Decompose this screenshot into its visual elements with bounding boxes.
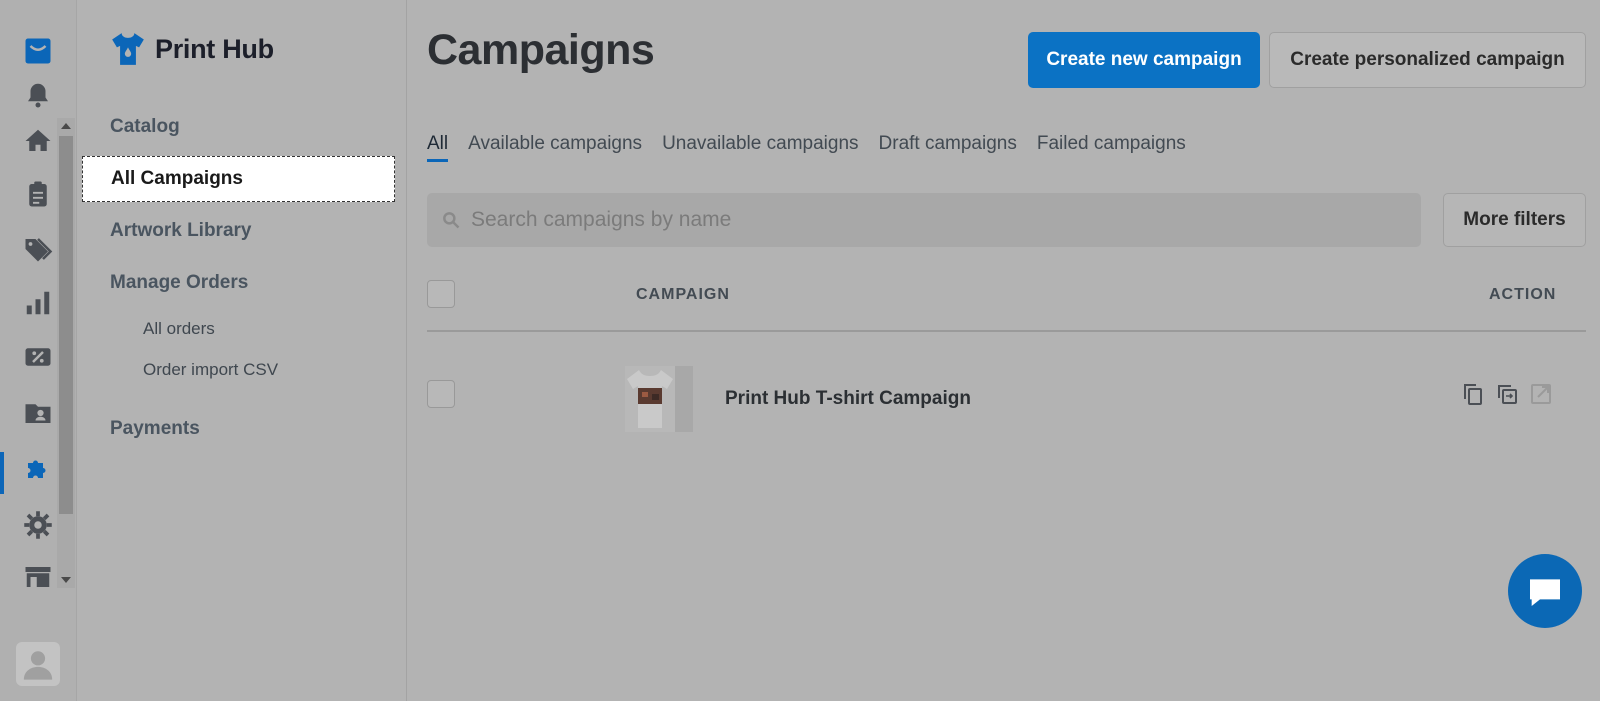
duplicate-icon[interactable] bbox=[1495, 382, 1519, 406]
sidebar-subitem-order-import-csv[interactable]: Order import CSV bbox=[143, 360, 278, 380]
puzzle-icon[interactable] bbox=[21, 451, 55, 485]
store-icon[interactable] bbox=[21, 560, 55, 594]
campaign-thumbnail[interactable] bbox=[625, 366, 693, 432]
rail-active-indicator bbox=[0, 452, 4, 494]
row-actions bbox=[1461, 382, 1553, 406]
rail-scrollbar[interactable] bbox=[57, 118, 75, 588]
tag-icon[interactable] bbox=[21, 232, 55, 266]
column-header-action: ACTION bbox=[1489, 286, 1557, 303]
search-icon bbox=[443, 212, 460, 229]
search-bar bbox=[427, 193, 1421, 247]
sidebar-item-artwork-library[interactable]: Artwork Library bbox=[110, 220, 251, 242]
sidebar-item-label: All Campaigns bbox=[111, 168, 243, 189]
sidebar-item-catalog[interactable]: Catalog bbox=[110, 116, 180, 138]
scroll-down-icon[interactable] bbox=[61, 577, 71, 583]
tab-all[interactable]: All bbox=[427, 133, 449, 162]
icon-rail bbox=[0, 0, 77, 701]
home-icon[interactable] bbox=[21, 124, 55, 158]
table-divider bbox=[427, 330, 1586, 332]
page-title: Campaigns bbox=[427, 26, 655, 74]
tab-unavailable[interactable]: Unavailable campaigns bbox=[662, 133, 858, 159]
more-filters-button[interactable]: More filters bbox=[1443, 193, 1586, 247]
campaign-tabs: All Available campaigns Unavailable camp… bbox=[427, 133, 1186, 162]
bell-icon[interactable] bbox=[21, 78, 55, 112]
folder-user-icon[interactable] bbox=[21, 396, 55, 430]
campaign-name[interactable]: Print Hub T-shirt Campaign bbox=[725, 388, 971, 410]
tab-failed[interactable]: Failed campaigns bbox=[1037, 133, 1186, 159]
select-all-checkbox[interactable] bbox=[427, 280, 455, 308]
search-input[interactable] bbox=[471, 208, 1371, 232]
main-content: Campaigns Create new campaign Create per… bbox=[407, 0, 1600, 701]
bar-chart-icon[interactable] bbox=[21, 286, 55, 320]
sidebar-item-payments[interactable]: Payments bbox=[110, 418, 200, 440]
brand-logo[interactable]: Print Hub bbox=[109, 30, 274, 68]
tshirt-image bbox=[625, 366, 675, 432]
scroll-thumb[interactable] bbox=[59, 136, 73, 514]
create-personalized-campaign-button[interactable]: Create personalized campaign bbox=[1269, 32, 1586, 88]
clipboard-icon[interactable] bbox=[21, 177, 55, 211]
copy-icon[interactable] bbox=[1461, 382, 1485, 406]
external-link-icon[interactable] bbox=[1529, 382, 1553, 406]
create-campaign-button[interactable]: Create new campaign bbox=[1028, 32, 1260, 88]
row-checkbox[interactable] bbox=[427, 380, 455, 408]
chat-icon bbox=[1530, 579, 1560, 606]
sidebar-item-manage-orders[interactable]: Manage Orders bbox=[110, 272, 248, 294]
column-header-campaign: CAMPAIGN bbox=[636, 286, 730, 303]
tshirt-logo-icon bbox=[112, 33, 144, 65]
brand-name: Print Hub bbox=[155, 33, 274, 64]
gear-icon[interactable] bbox=[21, 508, 55, 542]
sidebar-subitem-all-orders[interactable]: All orders bbox=[143, 319, 215, 339]
avatar[interactable] bbox=[16, 642, 60, 686]
discount-icon[interactable] bbox=[21, 340, 55, 374]
scroll-up-icon[interactable] bbox=[61, 123, 71, 129]
chat-button[interactable] bbox=[1508, 554, 1582, 628]
sidebar-item-all-campaigns[interactable]: All Campaigns bbox=[82, 156, 395, 202]
user-icon bbox=[23, 651, 53, 680]
tab-draft[interactable]: Draft campaigns bbox=[879, 133, 1017, 159]
inbox-icon[interactable] bbox=[21, 34, 55, 68]
app-sidebar: Print Hub Catalog All Campaigns Artwork … bbox=[77, 0, 407, 701]
tab-available[interactable]: Available campaigns bbox=[468, 133, 642, 159]
